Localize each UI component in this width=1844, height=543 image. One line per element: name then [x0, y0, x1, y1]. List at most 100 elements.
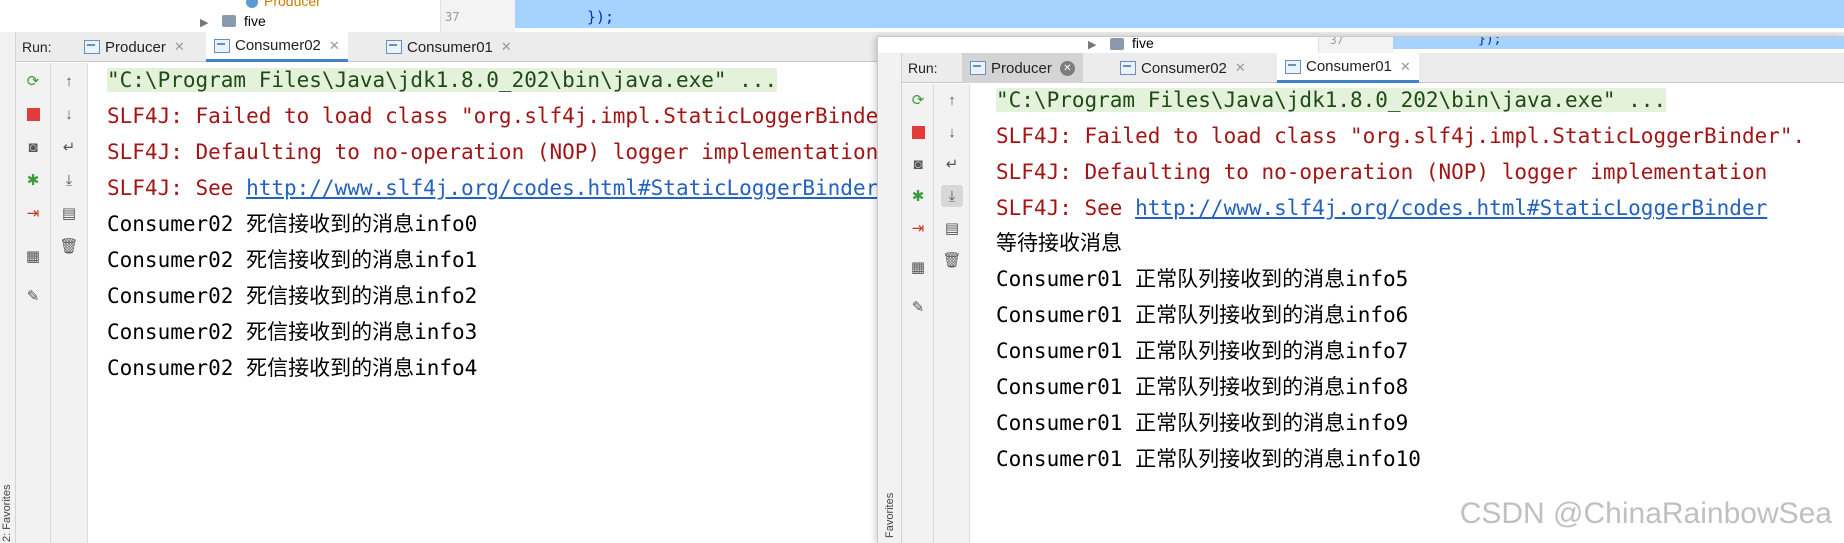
console-line: Consumer01 正常队列接收到的消息info6	[996, 303, 1409, 327]
scroll-to-end-icon[interactable]: ⤓	[941, 185, 963, 207]
layout-icon[interactable]: ▦	[907, 256, 929, 278]
run-label: Run:	[22, 39, 52, 55]
run-toolbar: ⟳ ◙ ✱ ⇥ ▦ ✎	[902, 84, 934, 543]
console-line: Consumer02 死信接收到的消息info0	[107, 212, 478, 236]
console-toolbar: ↑ ↓ ↵ ⤓ ▤ 🗑	[51, 63, 88, 543]
tree-item-five[interactable]: five	[244, 13, 266, 29]
code-line[interactable]: });	[587, 8, 614, 26]
camera-icon[interactable]: ◙	[907, 153, 929, 175]
console-link[interactable]: http://www.slf4j.org/codes.html#StaticLo…	[246, 176, 878, 200]
pin-icon[interactable]: ✎	[907, 296, 929, 318]
favorites-label[interactable]: 2: Favorites	[1, 485, 13, 542]
tab-consumer01[interactable]: Consumer01 ✕	[378, 32, 520, 62]
tab-label: Consumer02	[1141, 59, 1227, 77]
run-label: Run:	[908, 60, 938, 76]
tree-item-five[interactable]: five	[1132, 37, 1154, 51]
console-icon	[1285, 59, 1301, 74]
close-icon[interactable]: ✕	[501, 39, 512, 55]
tab-producer[interactable]: Producer ✕	[962, 53, 1083, 83]
console-line: Consumer02 死信接收到的消息info2	[107, 284, 478, 308]
tab-label: Producer	[991, 59, 1052, 77]
console-line: Consumer01 正常队列接收到的消息info5	[996, 267, 1409, 291]
tab-consumer01[interactable]: Consumer01 ✕	[1277, 53, 1419, 83]
watermark: CSDN @ChinaRainbowSea	[1459, 497, 1832, 530]
rerun-icon[interactable]: ⟳	[22, 70, 44, 92]
soft-wrap-icon[interactable]: ↵	[58, 136, 80, 158]
run-tab-bar: Run: Producer ✕ Consumer02 ✕ Consumer01 …	[902, 53, 1844, 83]
class-icon	[246, 0, 258, 8]
debug-icon[interactable]: ✱	[22, 169, 44, 191]
right-run-window: ▶ five 37 }); Favorites Run: Producer ✕ …	[877, 36, 1844, 543]
debug-icon[interactable]: ✱	[907, 185, 929, 207]
arrow-down-icon[interactable]: ↓	[941, 121, 963, 143]
console-line: Consumer01 正常队列接收到的消息info9	[996, 411, 1409, 435]
trash-icon[interactable]: 🗑	[58, 235, 80, 257]
console-icon	[970, 61, 986, 75]
code-selection[interactable]	[1393, 37, 1844, 49]
console-line-waiting: 等待接收消息	[996, 231, 1122, 255]
tree-item-producer[interactable]: Producer	[264, 0, 321, 9]
close-icon[interactable]: ✕	[1235, 60, 1246, 76]
console-icon	[84, 40, 100, 54]
close-icon[interactable]: ✕	[1400, 59, 1411, 75]
console-line-error: SLF4J: Defaulting to no-operation (NOP) …	[107, 140, 879, 164]
line-number: 37	[445, 10, 460, 24]
rerun-icon[interactable]: ⟳	[907, 89, 929, 111]
console-output[interactable]: "C:\Program Files\Java\jdk1.8.0_202\bin\…	[107, 66, 916, 536]
close-icon[interactable]: ✕	[174, 39, 185, 55]
console-line-error: SLF4J: Failed to load class "org.slf4j.i…	[996, 124, 1806, 148]
favorites-label[interactable]: Favorites	[884, 493, 896, 538]
line-number: 37	[1330, 36, 1344, 47]
left-side-strip: 2: Favorites	[0, 32, 16, 543]
close-icon[interactable]: ✕	[329, 38, 340, 54]
project-tree: Producer ▶ five	[0, 0, 440, 32]
camera-icon[interactable]: ◙	[22, 136, 44, 158]
console-line-error: SLF4J: Defaulting to no-operation (NOP) …	[996, 160, 1768, 184]
console-line-error: SLF4J: See http://www.slf4j.org/codes.ht…	[107, 176, 879, 200]
tab-label: Producer	[105, 38, 166, 56]
console-icon	[214, 38, 230, 53]
folder-icon	[1110, 38, 1124, 50]
console-line: Consumer01 正常队列接收到的消息info10	[996, 447, 1421, 471]
run-toolbar: ⟳ ◙ ✱ ⇥ ▦ ✎	[16, 63, 51, 543]
console-line: Consumer01 正常队列接收到的消息info7	[996, 339, 1409, 363]
scroll-to-end-icon[interactable]: ⤓	[58, 169, 80, 191]
layout-icon[interactable]: ▦	[22, 245, 44, 267]
editor-top-strip: Producer ▶ five 37 });	[0, 0, 1844, 32]
tab-label: Consumer02	[235, 37, 321, 54]
folder-icon	[222, 15, 236, 27]
console-line-error: SLF4J: See http://www.slf4j.org/codes.ht…	[996, 196, 1768, 220]
right-side-strip: Favorites	[878, 53, 902, 543]
console-line: Consumer01 正常队列接收到的消息info8	[996, 375, 1409, 399]
console-line-error: SLF4J: Failed to load class "org.slf4j.i…	[107, 104, 917, 128]
tab-producer[interactable]: Producer ✕	[76, 32, 193, 62]
console-link[interactable]: http://www.slf4j.org/codes.html#StaticLo…	[1135, 196, 1767, 220]
chevron-right-icon[interactable]: ▶	[1088, 38, 1096, 51]
close-icon[interactable]: ✕	[1059, 60, 1075, 76]
arrow-up-icon[interactable]: ↑	[941, 89, 963, 111]
code-selection[interactable]	[515, 0, 1844, 28]
console-output[interactable]: "C:\Program Files\Java\jdk1.8.0_202\bin\…	[996, 86, 1844, 541]
stop-icon[interactable]	[907, 121, 929, 143]
tab-consumer02[interactable]: Consumer02 ✕	[1112, 53, 1254, 83]
editor-top-strip: ▶ five 37 });	[878, 37, 1844, 53]
tab-label: Consumer01	[407, 38, 493, 56]
console-icon	[386, 40, 402, 54]
exit-icon[interactable]: ⇥	[22, 202, 44, 224]
code-line[interactable]: });	[1478, 37, 1501, 47]
print-icon[interactable]: ▤	[941, 217, 963, 239]
pin-icon[interactable]: ✎	[22, 285, 44, 307]
arrow-down-icon[interactable]: ↓	[58, 103, 80, 125]
console-line-cmd: "C:\Program Files\Java\jdk1.8.0_202\bin\…	[996, 88, 1667, 112]
trash-icon[interactable]: 🗑	[941, 249, 963, 271]
stop-icon[interactable]	[22, 103, 44, 125]
arrow-up-icon[interactable]: ↑	[58, 70, 80, 92]
print-icon[interactable]: ▤	[58, 202, 80, 224]
soft-wrap-icon[interactable]: ↵	[941, 153, 963, 175]
console-toolbar: ↑ ↓ ↵ ⤓ ▤ 🗑	[934, 84, 970, 543]
chevron-right-icon[interactable]: ▶	[200, 16, 208, 29]
console-line: Consumer02 死信接收到的消息info3	[107, 320, 478, 344]
tab-consumer02[interactable]: Consumer02 ✕	[206, 32, 348, 62]
console-line-cmd: "C:\Program Files\Java\jdk1.8.0_202\bin\…	[107, 68, 778, 92]
exit-icon[interactable]: ⇥	[907, 217, 929, 239]
